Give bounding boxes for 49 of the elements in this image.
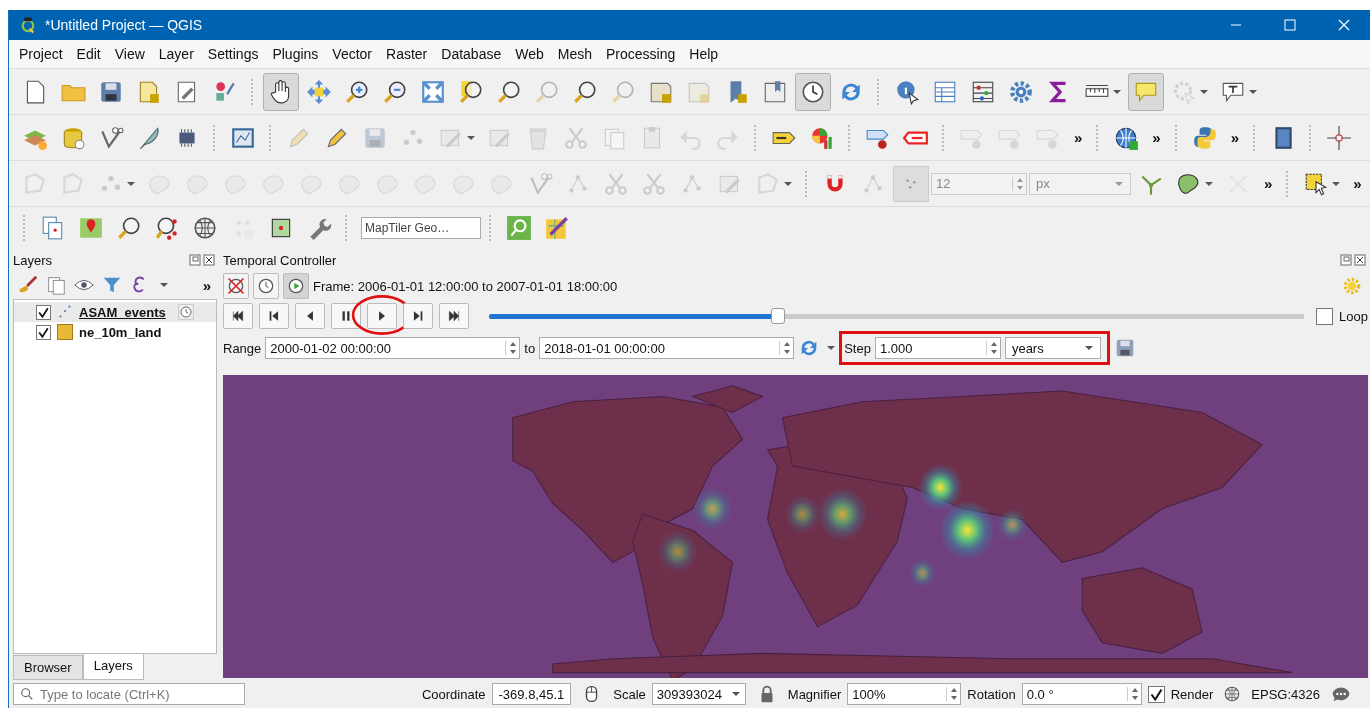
step-unit-dropdown[interactable]: years: [1004, 337, 1101, 359]
locate-search-field[interactable]: Type to locate (Ctrl+K): [13, 683, 245, 705]
panel-tab[interactable]: Layers: [82, 654, 144, 680]
more-tools-chevron[interactable]: »: [1347, 175, 1368, 192]
frame-label: Frame: 2006-01-01 12:00:00 to 2007-01-01 18:00:00: [313, 278, 618, 294]
magnifier-label: Magnifier: [787, 686, 842, 702]
menu-item[interactable]: Settings: [207, 46, 259, 62]
step-label: Step: [844, 340, 871, 356]
scale-dropdown[interactable]: 309393024: [651, 683, 746, 705]
menu-item[interactable]: Database: [441, 46, 502, 62]
menu-item[interactable]: Edit: [76, 46, 101, 62]
layer-name: ne_10m_land: [79, 324, 162, 340]
more-tools-chevron[interactable]: »: [1224, 129, 1246, 146]
more-tools-chevron[interactable]: »: [1146, 129, 1167, 146]
menu-item[interactable]: Help: [689, 46, 719, 62]
geocoder-search-field[interactable]: MapTiler Geo…: [361, 217, 481, 239]
layer-row[interactable]: ne_10m_land: [14, 322, 216, 342]
rotation-label: Rotation: [967, 686, 1016, 702]
more-tools-chevron[interactable]: »: [1258, 175, 1279, 192]
menu-item[interactable]: Plugins: [272, 46, 319, 62]
menu-item[interactable]: Vector: [332, 46, 373, 62]
render-label: Render: [1170, 686, 1214, 702]
scale-label: Scale: [613, 686, 646, 702]
coordinate-field[interactable]: -369.8,45.1: [491, 683, 572, 705]
window-title: *Untitled Project — QGIS: [45, 17, 203, 33]
menu-item[interactable]: View: [114, 46, 145, 62]
menu-item[interactable]: Project: [19, 46, 63, 62]
more-tools-chevron[interactable]: »: [1068, 129, 1089, 146]
coordinate-label: Coordinate: [421, 686, 486, 702]
to-label: to: [524, 340, 536, 356]
menu-item[interactable]: Processing: [606, 46, 676, 62]
more-tools-chevron[interactable]: »: [196, 276, 217, 294]
step-field[interactable]: 1.000: [874, 337, 1001, 359]
crs-label[interactable]: EPSG:4326: [1251, 686, 1320, 702]
range-start-field[interactable]: 2000-01-02 00:00:00: [265, 337, 521, 359]
panel-title: Layers: [13, 252, 53, 268]
menu-item[interactable]: Mesh: [557, 46, 592, 62]
panel-tab[interactable]: Browser: [13, 655, 83, 680]
loop-label: Loop: [1339, 308, 1368, 324]
layer-name: ASAM_events: [79, 304, 166, 320]
rotation-field[interactable]: 0.0 °: [1021, 683, 1142, 705]
magnifier-field[interactable]: 100%: [847, 683, 962, 705]
menu-item[interactable]: Layer: [158, 46, 194, 62]
panel-title: Temporal Controller: [223, 252, 337, 268]
menu-item[interactable]: Web: [515, 46, 544, 62]
menu-item[interactable]: Raster: [386, 46, 428, 62]
layer-row[interactable]: ASAM_events: [14, 302, 216, 322]
range-label: Range: [223, 340, 262, 356]
range-end-field[interactable]: 2018-01-01 00:00:00: [539, 337, 795, 359]
